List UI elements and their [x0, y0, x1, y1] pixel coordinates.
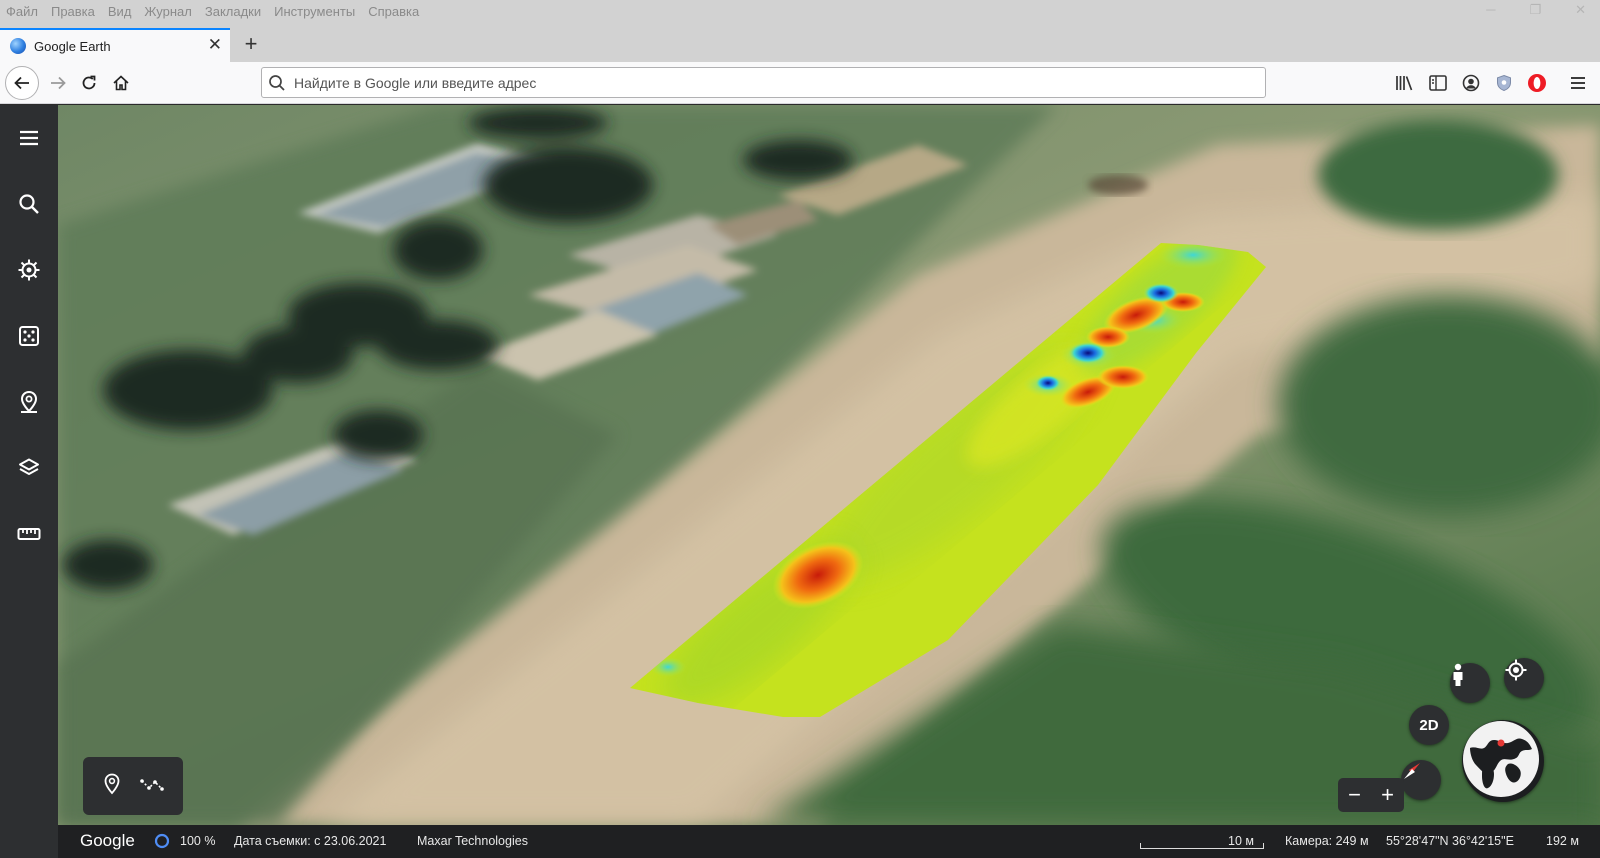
zoom-controls: − +: [1338, 778, 1404, 812]
measure-icon[interactable]: [13, 518, 45, 550]
imagery-date: Дата съемки: с 23.06.2021: [234, 834, 387, 848]
my-location-icon: [1505, 659, 1527, 681]
menu-bar: Файл Правка Вид Журнал Закладки Инструме…: [0, 0, 1600, 22]
new-tab-button[interactable]: +: [238, 31, 264, 57]
feeling-lucky-icon[interactable]: [13, 320, 45, 352]
search-icon: [269, 74, 285, 91]
earth-sidebar: [0, 105, 58, 858]
opera-icon[interactable]: [1525, 71, 1549, 95]
menu-tools[interactable]: Инструменты: [274, 4, 355, 19]
drawing-tools-panel: [83, 757, 183, 815]
menu-bookmarks[interactable]: Закладки: [205, 4, 261, 19]
zoom-in-button[interactable]: +: [1381, 784, 1394, 806]
toggle-2d-button[interactable]: 2D: [1409, 705, 1449, 745]
coordinates: 55°28'47"N 36°42'15"E: [1386, 834, 1514, 848]
tab-google-earth[interactable]: Google Earth ✕: [0, 28, 230, 62]
menu-history[interactable]: Журнал: [144, 4, 191, 19]
projects-icon[interactable]: [13, 386, 45, 418]
reload-button[interactable]: [73, 67, 105, 99]
google-logo: Google: [80, 831, 135, 850]
status-bar: Google 100 % Дата съемки: с 23.06.2021 M…: [58, 825, 1600, 858]
account-icon[interactable]: [1459, 71, 1483, 95]
google-earth-favicon-icon: [10, 38, 26, 54]
back-arrow-icon: [14, 76, 29, 90]
elevation: 192 м: [1546, 834, 1579, 848]
address-input[interactable]: [294, 69, 1265, 96]
address-bar[interactable]: [261, 67, 1266, 98]
hamburger-icon[interactable]: [1566, 71, 1590, 95]
zoom-out-button[interactable]: −: [1348, 784, 1361, 806]
menu-view[interactable]: Вид: [108, 4, 132, 19]
loading-ring-icon: [154, 833, 170, 852]
path-icon[interactable]: [139, 776, 164, 797]
my-location-button[interactable]: [1504, 658, 1544, 698]
globe-minimap[interactable]: [1462, 720, 1544, 802]
imagery-provider[interactable]: Maxar Technologies: [417, 834, 528, 848]
menu-edit[interactable]: Правка: [51, 4, 95, 19]
satellite-imagery: [58, 105, 1600, 825]
back-button[interactable]: [5, 66, 39, 100]
forward-button[interactable]: [42, 67, 74, 99]
library-icon[interactable]: [1393, 71, 1417, 95]
compass-button[interactable]: [1401, 760, 1441, 800]
tab-strip: Google Earth ✕ +: [0, 22, 1600, 62]
search-icon[interactable]: [13, 188, 45, 220]
loading-percent: 100 %: [180, 834, 216, 848]
menu-icon[interactable]: [13, 122, 45, 154]
restore-icon[interactable]: ❐: [1529, 2, 1541, 18]
map-style-icon[interactable]: [13, 452, 45, 484]
reader-icon[interactable]: [1426, 71, 1450, 95]
street-view-button[interactable]: [1450, 663, 1490, 703]
tab-close-icon[interactable]: ✕: [208, 36, 222, 54]
earth-3d-viewport[interactable]: 2D: [58, 105, 1600, 825]
placemark-icon[interactable]: [103, 773, 121, 800]
home-button[interactable]: [105, 67, 137, 99]
reload-icon: [82, 75, 96, 90]
navigation-bar: [0, 62, 1600, 104]
shield-icon[interactable]: [1492, 71, 1516, 95]
voyager-icon[interactable]: [13, 254, 45, 286]
forward-arrow-icon: [51, 76, 66, 90]
camera-altitude: Камера: 249 м: [1285, 834, 1369, 848]
menu-file[interactable]: Файл: [6, 4, 38, 19]
compass-icon: [1404, 763, 1420, 779]
pegman-icon: [1453, 663, 1463, 686]
window-controls: ─ ❐ ✕: [1486, 2, 1586, 18]
window-close-icon[interactable]: ✕: [1575, 2, 1586, 18]
globe-icon: [1463, 721, 1539, 797]
tab-title: Google Earth: [34, 38, 111, 54]
minimize-icon[interactable]: ─: [1486, 2, 1495, 18]
menu-help[interactable]: Справка: [368, 4, 419, 19]
home-icon: [113, 75, 129, 91]
scale-label: 10 м: [1228, 834, 1254, 848]
